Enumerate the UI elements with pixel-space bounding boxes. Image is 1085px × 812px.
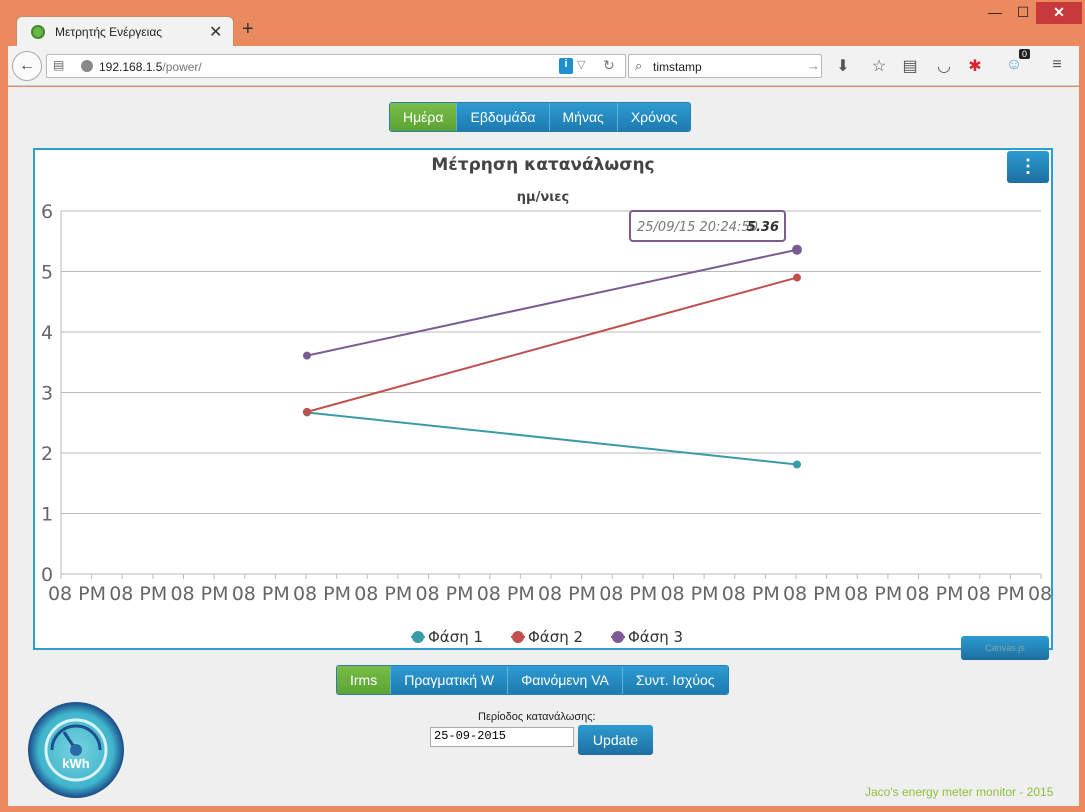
metric-tab-button[interactable]: Συντ. Ισχύος (622, 666, 728, 694)
x-tick-label: 08 PM (660, 583, 718, 605)
logo-label: kWh (62, 756, 90, 771)
minimize-button[interactable]: — (985, 2, 1005, 24)
x-tick-label: 08 PM (722, 583, 780, 605)
x-tick-label: 08 PM (109, 583, 167, 605)
y-tick-label: 5 (41, 262, 53, 284)
info-icon[interactable]: i (559, 58, 573, 74)
globe-icon (81, 60, 93, 72)
x-tick-label: 08 PM (967, 583, 1025, 605)
metric-selector: Irms Πραγματική W Φαινόμενη VA Συντ. Ισχύος (336, 665, 729, 695)
period-tab-button[interactable]: Ημέρα (390, 103, 458, 131)
series-line-2 (306, 276, 798, 413)
y-tick-label: 3 (41, 383, 53, 405)
tooltip-value: 5.36 (747, 220, 779, 235)
x-tick-label: 08 PM (48, 583, 106, 605)
update-button[interactable]: Update (578, 725, 653, 755)
window-titlebar: Μετρητής Ενέργειας ✕ + — ☐ ✕ (0, 0, 1085, 46)
y-tick-label: 1 (41, 504, 53, 526)
chart-menu-button[interactable]: ⋮ (1007, 151, 1049, 183)
x-tick-label: 08 PM (783, 583, 841, 605)
data-point (793, 273, 801, 282)
chart-container: Μέτρηση κατανάλωσης ημ/νιες 0 1 2 3 4 5 6 08 PM 08… (33, 148, 1085, 660)
x-tick-label: 08 PM (477, 583, 535, 605)
period-selector: Ημέρα Εβδομάδα Μήνας Χρόνος (389, 102, 692, 132)
x-tick-label: 08 PM (415, 583, 473, 605)
period-tab-button[interactable]: Χρόνος (617, 103, 691, 131)
metric-tab-button[interactable]: Irms (337, 666, 392, 694)
x-tick-label: 08 PM (354, 583, 412, 605)
y-tick-label: 4 (41, 322, 53, 344)
legend-marker (612, 631, 624, 643)
data-point (303, 407, 311, 416)
data-point (792, 244, 802, 255)
period-tab-button[interactable]: Μήνας (549, 103, 618, 131)
metric-tab-button[interactable]: Φαινόμενη VA (508, 666, 623, 694)
new-tab-button[interactable]: + (242, 18, 254, 41)
x-tick-label: 08 PM (293, 583, 351, 605)
x-tick-label: 08 PM (599, 583, 657, 605)
y-tick-label: 2 (41, 443, 53, 465)
maximize-button[interactable]: ☐ (1013, 2, 1033, 24)
url-text[interactable]: 192.168.1.5/power/ (99, 60, 202, 74)
data-point (793, 460, 801, 469)
x-tick-label: 08 PM (1028, 583, 1051, 605)
search-bar[interactable]: ⌕ timstamp → (628, 54, 822, 78)
series-line-3 (306, 248, 798, 357)
url-host: 192.168.1.5 (99, 60, 163, 74)
gauge-icon: kWh (44, 718, 108, 782)
x-tick-label: 08 PM (232, 583, 290, 605)
search-go-icon[interactable]: → (807, 58, 820, 73)
period-label: Περίοδος κατανάλωσης: (478, 711, 596, 723)
favicon-icon (31, 25, 45, 39)
x-tick-label: 08 PM (170, 583, 228, 605)
kwh-meter-logo: kWh (28, 702, 124, 798)
menu-icon[interactable]: ≡ (1047, 56, 1067, 74)
footer-text: Jaco's energy meter monitor - 2015 (865, 785, 1054, 799)
x-tick-label: 08 PM (538, 583, 596, 605)
chart-credit[interactable]: Canvas.js (961, 636, 1049, 660)
pocket-icon[interactable]: ◡ (934, 56, 954, 76)
chart-subtitle: ημ/νιες (517, 190, 569, 205)
chart: Μέτρηση κατανάλωσηςημ/νιες012345608 PM 08… (41, 155, 1085, 646)
back-button[interactable]: ← (12, 51, 42, 81)
close-tab-icon[interactable]: ✕ (209, 22, 222, 42)
notification-badge: 0 (1019, 49, 1031, 59)
period-tab-button[interactable]: Εβδομάδα (457, 103, 550, 131)
tab-title: Μετρητής Ενέργειας (55, 25, 163, 39)
legend-label: Φάση 3 (628, 628, 683, 646)
close-window-button[interactable]: ✕ (1036, 2, 1082, 24)
browser-tab[interactable]: Μετρητής Ενέργειας ✕ (16, 16, 234, 46)
legend-marker (512, 631, 524, 643)
x-tick-label: 08 PM (844, 583, 902, 605)
legend-label: Φάση 2 (528, 628, 583, 646)
url-path: /power/ (162, 60, 202, 74)
chart-title: Μέτρηση κατανάλωσης (431, 155, 654, 175)
data-point (303, 351, 311, 360)
metric-tab-button[interactable]: Πραγματική W (391, 666, 509, 694)
date-input[interactable]: 25-09-2015 (430, 727, 574, 747)
download-icon[interactable]: ⬇ (833, 56, 853, 76)
legend-marker (412, 631, 424, 643)
series-line-1 (306, 411, 798, 466)
y-tick-label: 6 (41, 201, 53, 223)
navigation-toolbar: ← ▤ 192.168.1.5/power/ i ▽ ↻ ⌕ timstamp … (8, 46, 1079, 86)
url-bar[interactable]: ▤ 192.168.1.5/power/ i ▽ ↻ (46, 54, 626, 78)
dropdown-arrow-icon[interactable]: ▽ (577, 58, 585, 71)
search-icon: ⌕ (635, 58, 643, 73)
addon-icon[interactable]: ✱ (965, 56, 985, 76)
x-tick-label: 08 PM (905, 583, 963, 605)
history-icon[interactable]: ▤ (53, 58, 64, 72)
legend-label: Φάση 1 (428, 628, 483, 646)
reading-list-icon[interactable]: ▤ (900, 56, 920, 76)
search-input[interactable]: timstamp (653, 60, 702, 74)
reload-icon[interactable]: ↻ (603, 57, 615, 74)
bookmark-star-icon[interactable]: ☆ (869, 56, 889, 76)
page-content: Ημέρα Εβδομάδα Μήνας Χρόνος Μέτρηση κατανάλ… (8, 87, 1085, 806)
